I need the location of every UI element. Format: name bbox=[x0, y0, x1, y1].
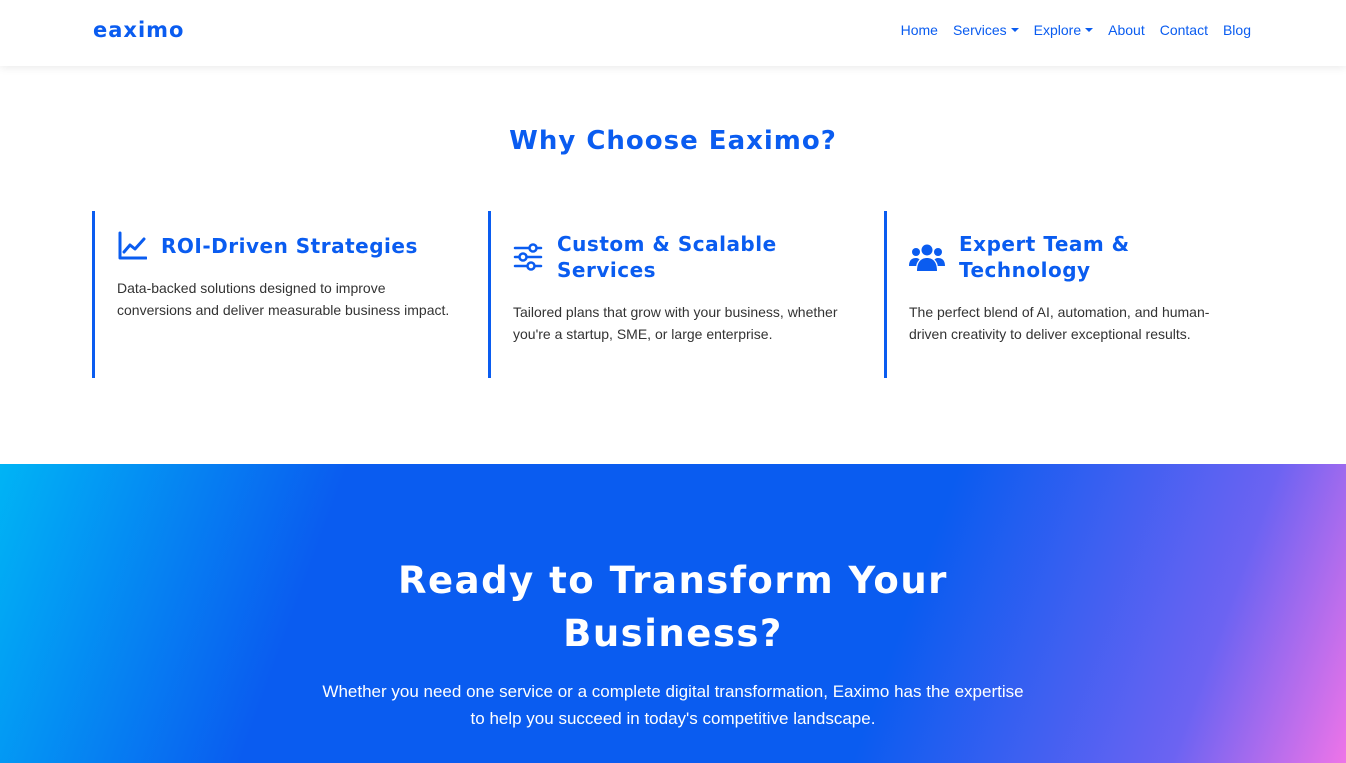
nav-link-label: Blog bbox=[1222, 22, 1251, 38]
nav-dropdown-explore[interactable]: Explore bbox=[1033, 22, 1094, 38]
feature-title: Expert Team & Technology bbox=[959, 232, 1130, 282]
feature-card-custom: Custom & Scalable Services Tailored plan… bbox=[488, 211, 848, 378]
nav-link-blog[interactable]: Blog bbox=[1223, 22, 1251, 38]
nav-link-home[interactable]: Home bbox=[901, 22, 938, 38]
users-icon bbox=[909, 244, 945, 271]
nav-links: Home Services Explore About Contact Blog bbox=[901, 22, 1251, 38]
feature-title: ROI-Driven Strategies bbox=[161, 234, 418, 258]
cta-banner: Ready to Transform Your Business? Whethe… bbox=[0, 464, 1346, 763]
feature-card-roi: ROI-Driven Strategies Data-backed soluti… bbox=[92, 211, 452, 378]
cta-description: Whether you need one service or a comple… bbox=[322, 682, 1024, 728]
feature-description: Tailored plans that grow with your busin… bbox=[513, 304, 838, 342]
brand-logo[interactable]: eaximo bbox=[93, 18, 184, 42]
nav-link-about[interactable]: About bbox=[1108, 22, 1145, 38]
cta-heading-text: Ready to Transform Your Business? bbox=[398, 559, 948, 655]
sliders-icon bbox=[513, 243, 543, 271]
nav-link-label: Explore bbox=[1033, 22, 1082, 38]
nav-link-label: Contact bbox=[1159, 22, 1208, 38]
feature-title: Custom & Scalable Services bbox=[557, 232, 777, 282]
caret-down-icon bbox=[1010, 28, 1019, 32]
top-navbar: eaximo Home Services Explore About Conta… bbox=[0, 0, 1346, 66]
nav-link-label: Services bbox=[952, 22, 1007, 38]
caret-down-icon bbox=[1085, 28, 1094, 32]
nav-link-contact[interactable]: Contact bbox=[1160, 22, 1208, 38]
cta-heading: Ready to Transform Your Business? bbox=[0, 554, 1346, 660]
feature-card-expert: Expert Team & Technology The perfect ble… bbox=[884, 211, 1244, 378]
nav-link-label: About bbox=[1108, 22, 1145, 38]
feature-description: Data-backed solutions designed to improv… bbox=[117, 280, 450, 318]
nav-dropdown-services[interactable]: Services bbox=[953, 22, 1019, 38]
nav-link-label: Home bbox=[900, 22, 938, 38]
line-chart-icon bbox=[118, 231, 147, 260]
feature-description: The perfect blend of AI, automation, and… bbox=[909, 304, 1210, 342]
why-choose-heading: Why Choose Eaximo? bbox=[509, 126, 837, 156]
